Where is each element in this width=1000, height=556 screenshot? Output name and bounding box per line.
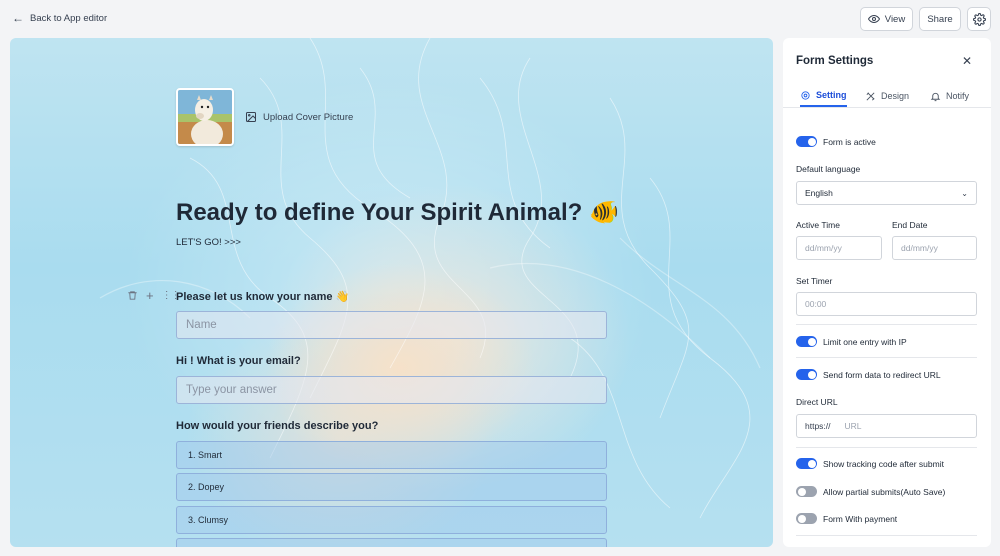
send-redirect-toggle[interactable]	[796, 369, 817, 380]
url-placeholder: URL	[844, 421, 862, 431]
back-label: Back to App editor	[30, 12, 108, 24]
form-active-label: Form is active	[823, 136, 876, 147]
divider	[796, 324, 977, 325]
divider	[796, 535, 977, 536]
active-time-label: Active Time	[796, 220, 840, 230]
question-label[interactable]: Please let us know your name 👋	[176, 290, 349, 303]
form-active-toggle[interactable]	[796, 136, 817, 147]
form-settings-panel: Form Settings ✕ Setting Design Notify Fo…	[783, 38, 991, 547]
end-date-input[interactable]: dd/mm/yy	[892, 236, 977, 260]
send-redirect-label: Send form data to redirect URL	[823, 369, 941, 380]
question-label[interactable]: How would your friends describe you?	[176, 420, 378, 432]
tracking-code-row: Show tracking code after submit	[796, 458, 944, 469]
eye-icon	[867, 14, 880, 24]
active-time-input[interactable]: dd/mm/yy	[796, 236, 882, 260]
payment-row: Form With payment	[796, 513, 897, 524]
choice-option[interactable]: 2. Dopey	[176, 473, 607, 501]
tab-label: Notify	[946, 91, 970, 101]
divider	[796, 357, 977, 358]
share-button[interactable]: Share	[919, 7, 961, 31]
limit-entry-label: Limit one entry with IP	[823, 336, 907, 347]
share-label: Share	[927, 13, 953, 25]
partial-submits-label: Allow partial submits(Auto Save)	[823, 486, 946, 497]
divider	[796, 447, 977, 448]
tab-setting[interactable]: Setting	[800, 85, 847, 107]
end-date-label: End Date	[892, 220, 928, 230]
arrow-left-icon: ←	[12, 11, 24, 25]
gear-icon	[972, 12, 986, 26]
default-language-label: Default language	[796, 164, 861, 174]
direct-url-input[interactable]: https:// URL	[796, 414, 977, 438]
choice-option-partial[interactable]	[176, 538, 607, 547]
chevron-down-icon: ⌄	[961, 188, 968, 198]
limit-entry-row: Limit one entry with IP	[796, 336, 907, 347]
close-icon[interactable]: ✕	[962, 54, 972, 68]
upload-cover-label: Upload Cover Picture	[263, 111, 354, 123]
name-input[interactable]: Name	[176, 311, 607, 339]
gear-icon	[801, 90, 810, 100]
settings-button[interactable]	[967, 7, 991, 31]
form-title[interactable]: Ready to define Your Spirit Animal? 🐠	[176, 198, 619, 227]
image-icon	[246, 112, 256, 122]
language-value: English	[805, 188, 833, 198]
view-label: View	[884, 13, 906, 25]
bell-icon	[930, 92, 941, 101]
cover-picture[interactable]	[176, 88, 234, 146]
view-button[interactable]: View	[860, 7, 913, 31]
partial-submits-row: Allow partial submits(Auto Save)	[796, 486, 945, 497]
email-input[interactable]: Type your answer	[176, 376, 607, 404]
alpaca-image	[178, 90, 232, 144]
tab-label: Setting	[816, 90, 847, 100]
choice-option[interactable]: 1. Smart	[176, 441, 607, 469]
top-bar: ← Back to App editor View Share	[0, 0, 1000, 38]
panel-title: Form Settings	[796, 55, 874, 67]
set-timer-label: Set Timer	[796, 276, 833, 286]
tab-label: Design	[881, 91, 910, 101]
design-tools-icon	[866, 92, 875, 100]
limit-entry-toggle[interactable]	[796, 336, 817, 347]
payment-toggle[interactable]	[796, 513, 817, 524]
tracking-code-toggle[interactable]	[796, 458, 817, 469]
tabs-divider	[783, 107, 991, 108]
payment-label: Form With payment	[823, 513, 898, 524]
choice-option[interactable]: 3. Clumsy	[176, 506, 607, 534]
trash-icon[interactable]	[127, 290, 138, 301]
back-to-editor-link[interactable]: ← Back to App editor	[12, 12, 107, 24]
direct-url-label: Direct URL	[796, 397, 838, 407]
question-label[interactable]: Hi ! What is your email?	[176, 355, 301, 367]
tab-notify[interactable]: Notify	[930, 85, 969, 107]
url-prefix: https://	[805, 421, 831, 431]
jellyfish-background	[99, 38, 761, 519]
plus-icon[interactable]: +	[146, 289, 154, 302]
tab-design[interactable]: Design	[865, 85, 909, 107]
upload-cover-button[interactable]: Upload Cover Picture	[245, 111, 353, 123]
partial-submits-toggle[interactable]	[796, 486, 817, 497]
language-select[interactable]: English ⌄	[796, 181, 977, 205]
question-tools: + ⋮⋮	[127, 289, 181, 302]
form-subtitle[interactable]: LET'S GO! >>>	[176, 237, 241, 248]
send-redirect-row: Send form data to redirect URL	[796, 369, 941, 380]
form-active-row: Form is active	[796, 136, 876, 147]
tracking-code-label: Show tracking code after submit	[823, 458, 944, 469]
form-canvas: Upload Cover Picture Ready to define You…	[10, 38, 773, 547]
set-timer-input[interactable]: 00:00	[796, 292, 977, 316]
